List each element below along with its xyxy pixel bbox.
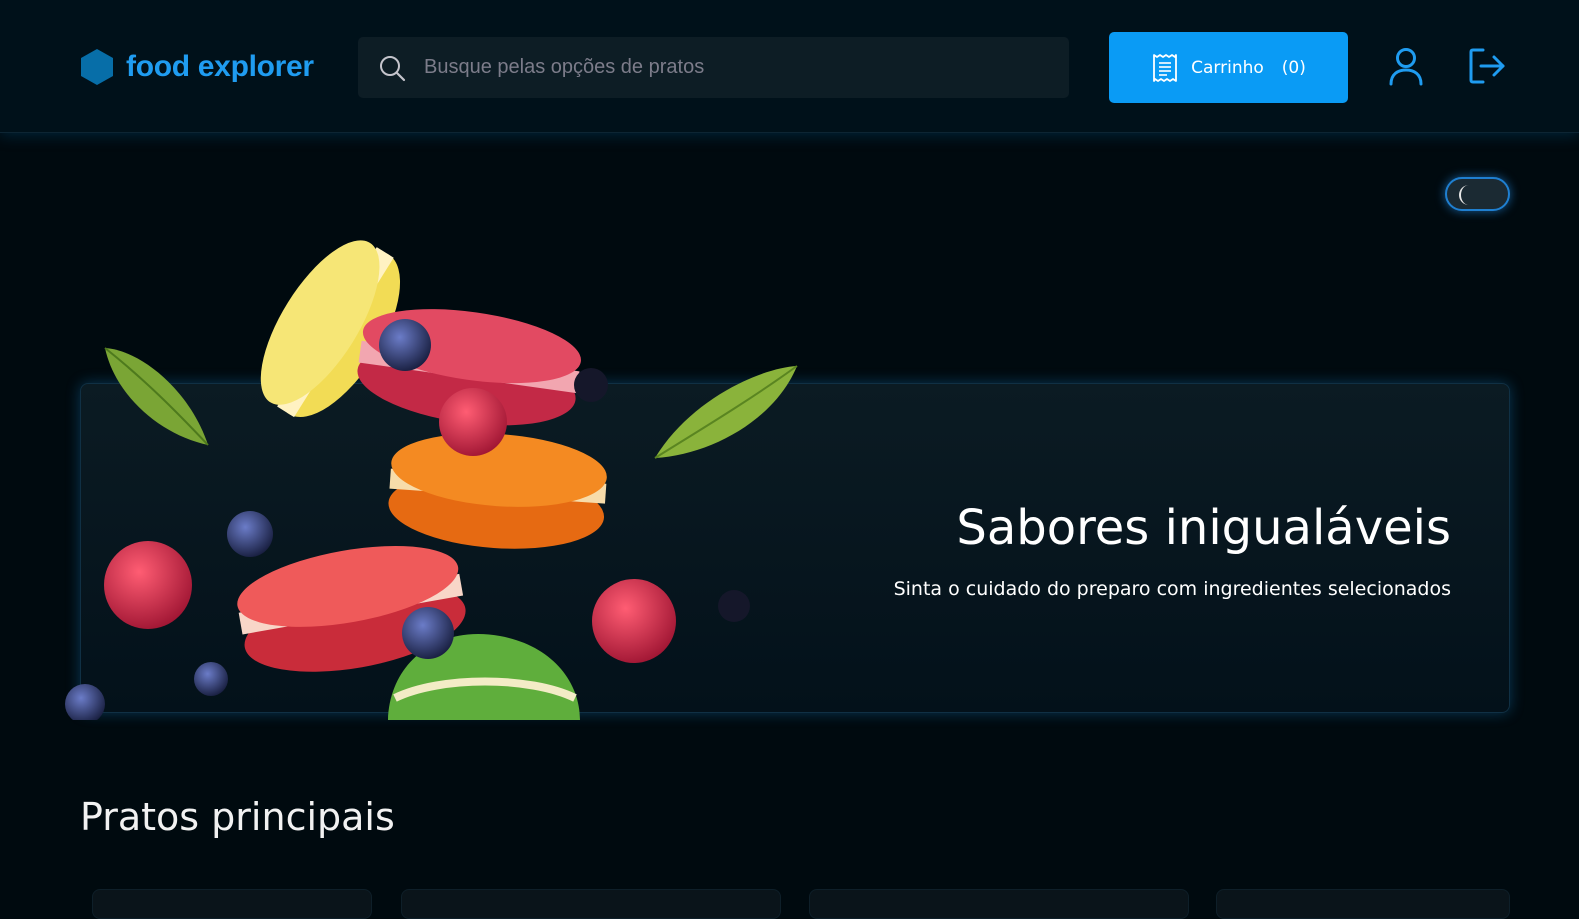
search-icon (378, 54, 406, 82)
theme-toggle[interactable] (1445, 177, 1510, 211)
section-title-main-dishes: Pratos principais (80, 795, 395, 839)
top-header: food explorer Carrinho (0) (0, 0, 1579, 133)
cart-button[interactable]: Carrinho (0) (1109, 32, 1348, 103)
hexagon-icon (80, 48, 114, 86)
dish-card[interactable] (809, 889, 1189, 919)
cart-count: (0) (1281, 57, 1306, 78)
cart-label: Carrinho (1191, 57, 1264, 78)
moon-icon (1454, 183, 1478, 212)
banner-subtitle: Sinta o cuidado do preparo com ingredien… (893, 578, 1451, 600)
search-bar[interactable] (358, 37, 1069, 98)
brand-logo[interactable]: food explorer (80, 48, 314, 86)
brand-name: food explorer (126, 50, 314, 83)
dish-card[interactable] (92, 889, 372, 919)
banner-title: Sabores inigualáveis (956, 500, 1451, 556)
search-input[interactable] (424, 56, 1069, 79)
sign-out-icon[interactable] (1467, 46, 1507, 86)
macarons-illustration (65, 240, 798, 720)
dish-card[interactable] (1216, 889, 1510, 919)
dish-card[interactable] (401, 889, 781, 919)
receipt-icon (1151, 53, 1179, 83)
user-icon[interactable] (1388, 46, 1424, 86)
